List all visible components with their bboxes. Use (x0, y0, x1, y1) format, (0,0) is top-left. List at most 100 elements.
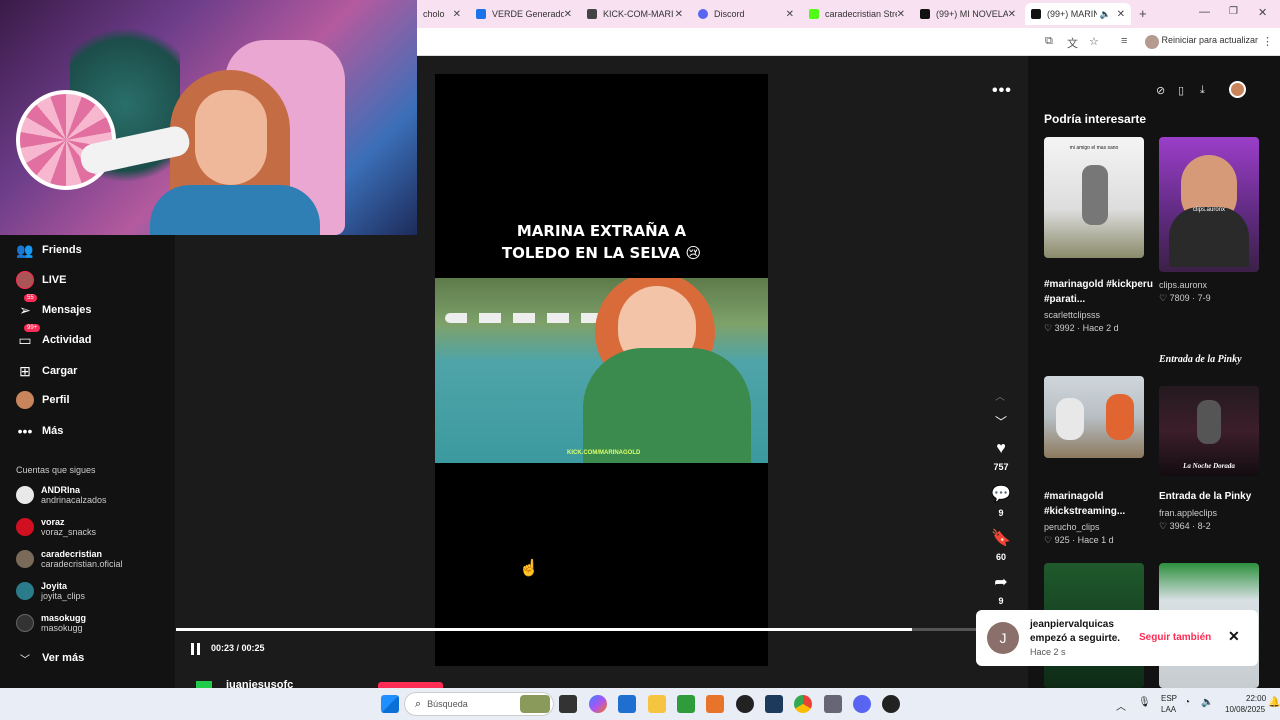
start-menu-icon[interactable] (381, 695, 399, 713)
following-account[interactable]: Joyita joyita_clips (16, 581, 85, 601)
clock-time[interactable]: 22:00 (1246, 694, 1266, 703)
tab-label: KICK-COM-MARI (603, 9, 674, 19)
copilot-icon[interactable] (589, 695, 607, 713)
close-icon[interactable]: ✕ (1117, 9, 1125, 20)
pause-icon[interactable] (191, 643, 203, 655)
share-button[interactable]: ➦ 9 (990, 572, 1012, 606)
task-view-icon[interactable] (559, 695, 577, 713)
volume-icon[interactable]: 🔈 (1201, 697, 1213, 708)
reading-list-icon[interactable]: ≡ (1121, 35, 1127, 47)
following-account[interactable]: voraz voraz_snacks (16, 517, 96, 537)
obs-icon[interactable] (736, 695, 754, 713)
sidebar-item-upload[interactable]: ⊞ Cargar (16, 362, 77, 380)
follower-name[interactable]: jeanpiervalquicas (1030, 619, 1114, 630)
chevron-down-icon[interactable]: ﹀ (995, 413, 1007, 430)
save-button[interactable]: 🔖 60 (990, 528, 1012, 562)
recommended-video-author[interactable]: clips.auronx (1159, 280, 1207, 290)
video-progress-bar[interactable] (176, 628, 976, 631)
recommended-video-author[interactable]: fran.appleclips (1159, 508, 1217, 518)
clock-date[interactable]: 10/08/2025 (1225, 705, 1265, 714)
wifi-icon[interactable]: ◔ (1184, 697, 1190, 708)
notification-bell-icon[interactable]: 🔔 (1268, 697, 1280, 708)
new-tab-icon[interactable]: + (1139, 6, 1147, 21)
chevron-up-icon[interactable]: ︿ (1116, 698, 1126, 713)
following-account[interactable]: caradecristian caradecristian.oficial (16, 549, 123, 569)
recommended-video-thumbnail[interactable]: clips.auronx (1159, 137, 1259, 272)
recommended-video-author[interactable]: scarlettclipsss (1044, 310, 1100, 320)
discord-icon[interactable] (853, 695, 871, 713)
minimize-icon[interactable]: — (1199, 6, 1210, 18)
browser-tab[interactable]: KICK-COM-MARI ✕ (581, 3, 689, 25)
recommended-video-caption[interactable]: Entrada de la Pinky (1159, 489, 1269, 504)
window-close-icon[interactable]: ✕ (1258, 6, 1267, 19)
sidebar-item-live[interactable]: LIVE (16, 271, 66, 289)
avatar (16, 582, 34, 600)
store-icon[interactable] (618, 695, 636, 713)
steam-icon[interactable] (765, 695, 783, 713)
follow-back-button[interactable]: Seguir también (1139, 632, 1211, 643)
maximize-icon[interactable]: ❐ (1229, 6, 1238, 17)
browser-tab-active[interactable]: (99+) MARIN 🔈 ✕ (1025, 3, 1131, 25)
app-icon[interactable] (824, 695, 842, 713)
close-icon[interactable]: ✕ (1008, 9, 1016, 20)
close-icon[interactable]: ✕ (564, 9, 572, 20)
recommendations-panel: ⊘ ▯ ⤓ Podría interesarte mi amigo el mas… (1028, 56, 1280, 688)
sidebar-item-more[interactable]: ••• Más (16, 422, 64, 440)
browser-tab[interactable]: caradecristian Stre ✕ (803, 3, 911, 25)
sidebar: 👥 Friends LIVE ➢ 55 Mensajes ▭ 99+ Activid… (0, 235, 175, 688)
speaker-icon[interactable]: 🔈 (1100, 9, 1111, 20)
app-icon[interactable] (882, 695, 900, 713)
device-icon[interactable]: ▯ (1178, 84, 1184, 97)
recommended-video-author[interactable]: perucho_clips (1044, 522, 1100, 532)
minecraft-icon[interactable] (677, 695, 695, 713)
following-account[interactable]: masokugg masokugg (16, 613, 86, 633)
browser-tab[interactable]: VERDE Generador ✕ (470, 3, 578, 25)
file-explorer-icon[interactable] (648, 695, 666, 713)
close-icon[interactable]: ✕ (1228, 628, 1240, 645)
cast-icon[interactable]: ⧉ (1045, 35, 1053, 48)
sidebar-item-activity[interactable]: ▭ 99+ Actividad (16, 324, 92, 349)
creator-avatar[interactable] (196, 681, 212, 688)
close-icon[interactable]: ✕ (897, 9, 905, 20)
close-icon[interactable]: ✕ (675, 9, 683, 20)
see-more-button[interactable]: ﹀ Ver más (16, 649, 84, 667)
like-button[interactable]: ♥ 757 (990, 440, 1012, 472)
section-heading: Entrada de la Pinky (1159, 354, 1242, 365)
translate-icon[interactable]: 文 (1067, 35, 1078, 51)
microphone-icon[interactable]: 🎙 (1138, 697, 1151, 708)
comment-button[interactable]: 💬 9 (990, 484, 1012, 518)
region-indicator[interactable]: LAA (1161, 705, 1176, 714)
sidebar-item-friends[interactable]: 👥 Friends (16, 241, 82, 259)
profile-avatar-icon[interactable] (1145, 35, 1159, 49)
chevron-up-icon[interactable]: ︿ (995, 388, 1005, 403)
sidebar-item-messages[interactable]: ➢ 55 Mensajes (16, 294, 92, 319)
video-player[interactable]: MARINA EXTRAÑA A TOLEDO EN LA SELVA 😢 KI… (435, 74, 768, 666)
more-icon: ••• (17, 423, 33, 439)
app-icon[interactable] (706, 695, 724, 713)
recommended-video-thumbnail[interactable]: mi amigo el mas sano (1044, 137, 1144, 258)
avatar[interactable]: J (987, 622, 1019, 654)
creator-name[interactable]: juanjesusofc (226, 679, 293, 688)
more-options-icon[interactable]: ••• (992, 82, 1012, 100)
download-icon[interactable]: ⤓ (1200, 84, 1205, 97)
close-icon[interactable]: ✕ (453, 9, 461, 20)
browser-tab[interactable]: cholo A... ✕ (417, 3, 467, 25)
sidebar-item-profile[interactable]: Perfil (16, 391, 70, 409)
tab-label: (99+) MARIN (1047, 9, 1097, 19)
recommended-video-caption[interactable]: #marinagold #kickperu #parati... (1044, 277, 1154, 307)
speed-icon[interactable]: ⊘ (1156, 84, 1165, 97)
recommended-video-thumbnail[interactable]: La Noche Dorada (1159, 386, 1259, 476)
creator-profile-icon[interactable] (1229, 81, 1246, 98)
recommended-video-caption[interactable]: #marinagold #kickstreaming... (1044, 489, 1154, 519)
sidebar-item-label: Friends (42, 244, 82, 256)
close-icon[interactable]: ✕ (786, 9, 794, 20)
browser-tab[interactable]: Discord ✕ (692, 3, 800, 25)
language-indicator[interactable]: ESP (1161, 694, 1177, 703)
relaunch-to-update-button[interactable]: Reiniciar para actualizar (1161, 35, 1258, 45)
chrome-icon[interactable] (794, 695, 812, 713)
kebab-menu-icon[interactable]: ⋮ (1262, 35, 1273, 48)
recommended-video-thumbnail[interactable] (1044, 376, 1144, 458)
browser-tab[interactable]: (99+) MI NOVELA ✕ (914, 3, 1022, 25)
following-account[interactable]: ANDRIna andrinacalzados (16, 485, 107, 505)
bookmark-star-icon[interactable]: ☆ (1089, 35, 1099, 48)
